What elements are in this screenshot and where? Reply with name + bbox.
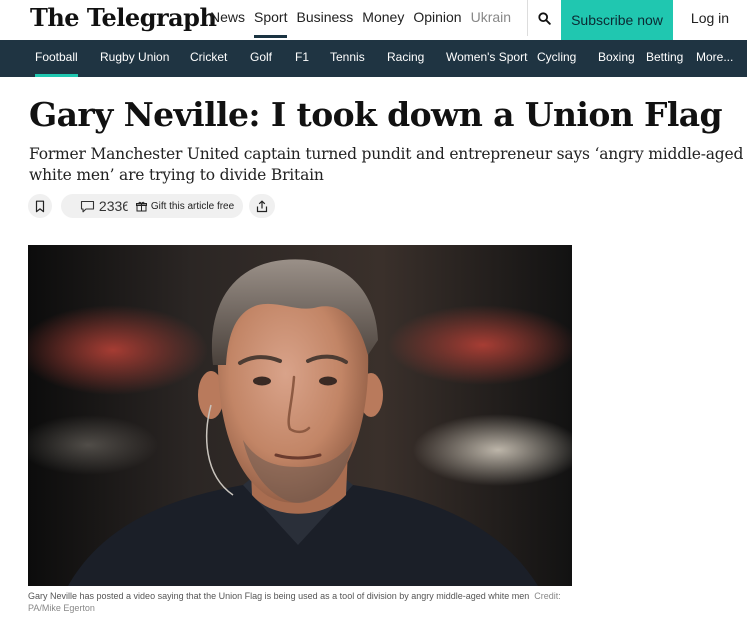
nav-money[interactable]: Money xyxy=(362,0,404,40)
nav-news[interactable]: News xyxy=(210,0,245,40)
comments-count: 2336 xyxy=(98,198,131,214)
site-logo[interactable]: The Telegraph xyxy=(30,1,217,35)
share-icon xyxy=(256,199,268,212)
article-headline: Gary Neville: I took down a Union Flag xyxy=(29,95,723,134)
bookmark-icon xyxy=(35,200,45,212)
nav-opinion[interactable]: Opinion xyxy=(413,0,461,40)
subnav-womens-sport[interactable]: Women's Sport xyxy=(446,40,527,77)
login-button[interactable]: Log in xyxy=(673,0,747,36)
gift-icon xyxy=(135,201,147,211)
gift-article-button[interactable]: Gift this article free xyxy=(127,194,243,218)
bookmark-button[interactable] xyxy=(28,194,52,218)
top-header: The Telegraph News Sport Business Money … xyxy=(0,0,747,40)
subnav-rugby-union[interactable]: Rugby Union xyxy=(100,40,169,77)
subnav-cricket[interactable]: Cricket xyxy=(190,40,227,77)
gift-label: Gift this article free xyxy=(150,200,235,212)
subnav-more[interactable]: More... xyxy=(696,40,733,77)
subnav-betting[interactable]: Betting xyxy=(646,40,683,77)
article-lead-image xyxy=(28,245,572,586)
caption-text: Gary Neville has posted a video saying t… xyxy=(28,591,530,601)
subnav-golf[interactable]: Golf xyxy=(250,40,272,77)
search-icon xyxy=(537,11,551,25)
nav-sport[interactable]: Sport xyxy=(254,0,288,40)
portrait-photo xyxy=(28,245,572,586)
subnav-tennis[interactable]: Tennis xyxy=(330,40,365,77)
subnav-f1[interactable]: F1 xyxy=(295,40,309,77)
primary-nav: News Sport Business Money Opinion Ukrain xyxy=(210,0,520,40)
article-standfirst: Former Manchester United captain turned … xyxy=(29,145,744,184)
search-button[interactable] xyxy=(528,0,560,36)
subnav-football[interactable]: Football xyxy=(35,40,78,77)
image-caption: Gary Neville has posted a video saying t… xyxy=(28,590,568,614)
subnav-cycling[interactable]: Cycling xyxy=(537,40,576,77)
subnav-boxing[interactable]: Boxing xyxy=(598,40,635,77)
comment-icon xyxy=(80,200,94,212)
subscribe-button[interactable]: Subscribe now xyxy=(561,0,673,40)
share-button[interactable] xyxy=(249,194,275,218)
sport-subnav: Football Rugby Union Cricket Golf F1 Ten… xyxy=(0,40,747,77)
nav-business[interactable]: Business xyxy=(296,0,353,40)
subnav-racing[interactable]: Racing xyxy=(387,40,424,77)
nav-ukraine[interactable]: Ukrain xyxy=(471,0,511,40)
